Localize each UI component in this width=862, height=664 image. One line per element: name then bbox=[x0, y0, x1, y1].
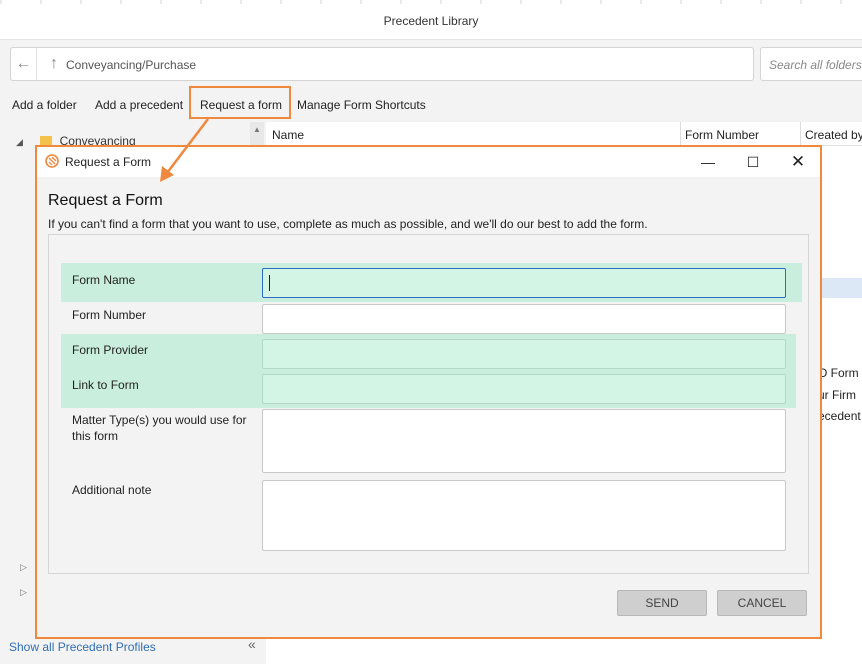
column-header-form-number[interactable]: Form Number bbox=[685, 128, 759, 142]
back-arrow-icon[interactable]: ← bbox=[11, 48, 37, 80]
form-name-label: Form Name bbox=[72, 273, 136, 287]
app-logo-icon bbox=[45, 154, 59, 168]
link-to-form-label: Link to Form bbox=[72, 378, 139, 392]
dialog-subtitle: If you can't find a form that you want t… bbox=[48, 217, 648, 231]
form-number-label: Form Number bbox=[72, 308, 147, 322]
link-to-form-input[interactable] bbox=[262, 374, 786, 404]
column-divider[interactable] bbox=[680, 122, 681, 146]
column-header-created-by[interactable]: Created by bbox=[805, 128, 862, 142]
request-form-highlight bbox=[189, 86, 291, 119]
search-placeholder: Search all folders bbox=[769, 58, 862, 72]
collapsed-arrow-icon[interactable]: ▷ bbox=[20, 587, 27, 598]
close-icon[interactable]: ✕ bbox=[775, 149, 821, 175]
maximize-icon[interactable]: ☐ bbox=[730, 149, 776, 175]
dialog-heading: Request a Form bbox=[48, 192, 163, 209]
selected-row[interactable] bbox=[822, 278, 862, 298]
cancel-button[interactable]: CANCEL bbox=[717, 590, 807, 616]
search-input[interactable]: Search all folders bbox=[760, 47, 862, 81]
request-form-dialog: Request a Form — ☐ ✕ Request a Form If y… bbox=[35, 145, 822, 639]
text-caret bbox=[269, 275, 270, 291]
grid-cell[interactable]: ecedent bbox=[818, 409, 861, 423]
grid-cell[interactable]: O Form bbox=[818, 366, 859, 380]
expanded-arrow-icon[interactable]: ◢ bbox=[16, 137, 23, 147]
minimize-icon[interactable]: — bbox=[685, 149, 731, 175]
add-folder-button[interactable]: Add a folder bbox=[12, 98, 77, 112]
address-path[interactable]: Conveyancing/Purchase bbox=[66, 58, 196, 72]
form-number-input[interactable] bbox=[262, 304, 786, 334]
add-precedent-button[interactable]: Add a precedent bbox=[95, 98, 183, 112]
collapsed-arrow-icon[interactable]: ▷ bbox=[20, 562, 27, 573]
form-provider-label: Form Provider bbox=[72, 343, 149, 357]
column-divider[interactable] bbox=[800, 122, 801, 146]
manage-form-shortcuts-button[interactable]: Manage Form Shortcuts bbox=[297, 98, 426, 112]
toolbar: Add a folder Add a precedent Request a f… bbox=[0, 90, 862, 120]
grid-cell[interactable]: ur Firm bbox=[818, 388, 856, 402]
form-provider-input[interactable] bbox=[262, 339, 786, 369]
send-button[interactable]: SEND bbox=[617, 590, 707, 616]
form-panel: Form Name Form Number Form Provider Link… bbox=[48, 234, 809, 574]
up-arrow-icon[interactable]: ↑ bbox=[41, 48, 67, 80]
additional-note-textarea[interactable] bbox=[262, 480, 786, 551]
matter-types-textarea[interactable] bbox=[262, 409, 786, 473]
dialog-title: Request a Form bbox=[65, 155, 152, 169]
titlebar-texture bbox=[0, 0, 862, 4]
address-bar[interactable]: ← ↑ Conveyancing/Purchase bbox=[10, 47, 754, 81]
show-all-profiles-link[interactable]: Show all Precedent Profiles bbox=[9, 640, 156, 654]
window-titlebar: Precedent Library bbox=[0, 0, 862, 40]
additional-note-label: Additional note bbox=[72, 483, 152, 497]
grid-header: Name Form Number Created by bbox=[266, 122, 862, 146]
column-header-name[interactable]: Name bbox=[272, 128, 304, 142]
dialog-titlebar: Request a Form — ☐ ✕ bbox=[37, 147, 820, 177]
form-name-input[interactable] bbox=[262, 268, 786, 298]
matter-types-label: Matter Type(s) you would use for this fo… bbox=[72, 413, 247, 443]
window-title: Precedent Library bbox=[383, 14, 479, 28]
